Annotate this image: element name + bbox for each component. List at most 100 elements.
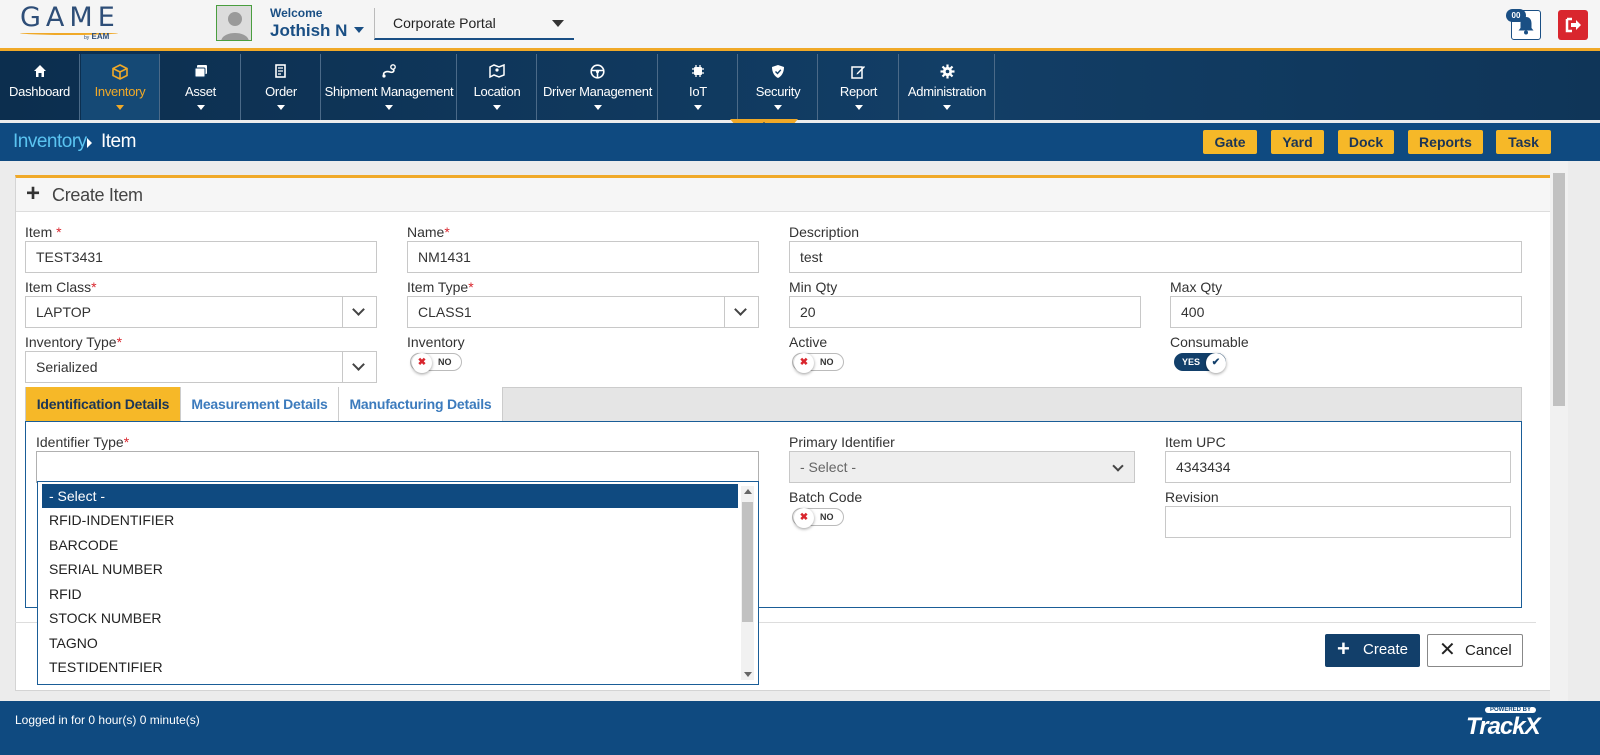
- nav-item-report[interactable]: Report: [819, 54, 899, 120]
- dropdown-scroll-thumb[interactable]: [742, 502, 753, 622]
- dropdown-option[interactable]: STOCK NUMBER: [42, 606, 738, 630]
- identifier-type-select[interactable]: [36, 451, 759, 483]
- tab-manufacturing-details[interactable]: Manufacturing Details: [339, 387, 503, 421]
- nav-item-inventory[interactable]: Inventory: [81, 54, 160, 120]
- tab-identification-details[interactable]: Identification Details: [26, 387, 181, 421]
- yard-button[interactable]: Yard: [1271, 130, 1324, 154]
- dropdown-option[interactable]: TESTIDENTIFIER: [42, 655, 738, 679]
- dropdown-option[interactable]: - Select -: [42, 484, 738, 508]
- nav-item-administration[interactable]: Administration: [900, 54, 995, 120]
- logo-text: GAME: [20, 2, 120, 33]
- chevron-down-icon: [552, 20, 564, 27]
- page-scroll-thumb[interactable]: [1553, 173, 1565, 406]
- scroll-down-arrow-icon[interactable]: [744, 672, 752, 677]
- chevron-down-icon[interactable]: [342, 352, 376, 382]
- name-label: Name*: [407, 224, 450, 240]
- item-input[interactable]: TEST3431: [25, 241, 377, 273]
- dropdown-option[interactable]: BARCODE: [42, 533, 738, 557]
- min-qty-input[interactable]: 20: [789, 296, 1141, 328]
- breadcrumb-inventory-link[interactable]: Inventory: [13, 131, 87, 153]
- trackx-brand: TrackX: [1466, 713, 1541, 740]
- portal-select[interactable]: Corporate Portal: [374, 8, 574, 40]
- identifier-type-dropdown-list[interactable]: - Select - RFID-INDENTIFIER BARCODE SERI…: [37, 481, 759, 685]
- shield-icon: [739, 54, 817, 80]
- active-toggle[interactable]: ✖ NO: [792, 353, 844, 373]
- dropdown-option[interactable]: SERIAL NUMBER: [42, 557, 738, 581]
- max-qty-input[interactable]: 400: [1170, 296, 1522, 328]
- identifier-type-label: Identifier Type*: [36, 434, 130, 450]
- nav-item-order[interactable]: Order: [242, 54, 321, 120]
- scroll-up-arrow-icon[interactable]: [744, 489, 752, 494]
- map-icon: [458, 54, 536, 80]
- dropdown-option[interactable]: TAGNO: [42, 631, 738, 655]
- portal-select-value: Corporate Portal: [393, 15, 496, 31]
- chevron-down-icon: [493, 105, 501, 110]
- steering-wheel-icon: [538, 54, 657, 80]
- name-input[interactable]: NM1431: [407, 241, 759, 273]
- primary-identifier-select[interactable]: - Select -: [789, 451, 1135, 483]
- nav-label: Dashboard: [9, 84, 70, 99]
- nav-item-security[interactable]: Security: [739, 54, 818, 120]
- chevron-down-icon[interactable]: [342, 297, 376, 327]
- gear-icon: [900, 54, 994, 80]
- chevron-down-icon: [277, 105, 285, 110]
- active-label: Active: [789, 334, 828, 350]
- description-input[interactable]: test: [789, 241, 1522, 273]
- inventory-type-select[interactable]: Serialized: [25, 351, 377, 383]
- dropdown-option[interactable]: RFID: [42, 582, 738, 606]
- batch-code-toggle[interactable]: ✖ NO: [792, 508, 844, 528]
- inventory-toggle[interactable]: ✖ NO: [410, 353, 462, 373]
- nav-label: Inventory: [94, 84, 146, 99]
- chevron-down-icon[interactable]: [724, 297, 758, 327]
- user-menu-caret-icon[interactable]: [354, 27, 364, 33]
- toggle-state: NO: [820, 512, 834, 522]
- nav-item-shipment-management[interactable]: Shipment Management: [322, 54, 457, 120]
- nav-item-asset[interactable]: Asset: [161, 54, 241, 120]
- dropdown-scrollbar[interactable]: [741, 486, 754, 680]
- cancel-button[interactable]: ✕ Cancel: [1427, 634, 1523, 667]
- create-button[interactable]: + Create: [1325, 634, 1420, 667]
- nav-item-dashboard[interactable]: Dashboard: [0, 54, 80, 120]
- item-upc-input[interactable]: 4343434: [1165, 451, 1511, 483]
- page-scrollbar[interactable]: [1550, 161, 1568, 701]
- tab-measurement-details[interactable]: Measurement Details: [181, 387, 339, 421]
- primary-identifier-label: Primary Identifier: [789, 434, 895, 450]
- chevron-down-icon: [1112, 460, 1124, 472]
- consumable-toggle[interactable]: YES ✔: [1174, 353, 1226, 373]
- breadcrumb-separator-icon: [87, 138, 92, 148]
- chevron-down-icon: [385, 105, 393, 110]
- trackx-logo: POWERED BY TrackX: [1463, 705, 1563, 740]
- description-label: Description: [789, 224, 860, 240]
- plus-icon: +: [1337, 636, 1350, 661]
- item-type-select[interactable]: CLASS1: [407, 296, 759, 328]
- iot-chip-icon: [659, 54, 737, 80]
- x-icon: ✖: [412, 353, 432, 373]
- gate-button[interactable]: Gate: [1203, 130, 1257, 154]
- revision-input[interactable]: [1165, 506, 1511, 538]
- logout-button[interactable]: [1558, 10, 1588, 40]
- chevron-down-icon: [593, 105, 602, 110]
- nav-label: Administration: [907, 84, 987, 99]
- toggle-state: YES: [1182, 357, 1201, 367]
- task-button[interactable]: Task: [1496, 130, 1551, 154]
- main-nav: Dashboard Inventory Asset Order Shipment…: [0, 48, 1600, 131]
- user-name[interactable]: Jothish N: [270, 21, 347, 41]
- detail-tabs: Identification Details Measurement Detai…: [25, 387, 1522, 421]
- consumable-label: Consumable: [1170, 334, 1249, 350]
- notification-button[interactable]: 00: [1506, 9, 1541, 40]
- close-icon: ✕: [1439, 639, 1456, 661]
- dock-button[interactable]: Dock: [1338, 130, 1394, 154]
- logout-icon: [1565, 17, 1581, 33]
- cube-icon: [81, 54, 159, 80]
- nav-item-iot[interactable]: IoT: [659, 54, 738, 120]
- avatar[interactable]: [216, 5, 252, 41]
- item-class-select[interactable]: LAPTOP: [25, 296, 377, 328]
- dropdown-option[interactable]: RFID-INDENTIFIER: [42, 508, 738, 532]
- session-duration-text: Logged in for 0 hour(s) 0 minute(s): [15, 713, 200, 727]
- nav-item-driver-management[interactable]: Driver Management: [538, 54, 658, 120]
- game-eam-logo[interactable]: GAME by EAM: [20, 4, 120, 44]
- nav-label: Security: [755, 84, 801, 99]
- shipment-icon: [322, 54, 456, 80]
- reports-button[interactable]: Reports: [1408, 130, 1483, 154]
- nav-item-location[interactable]: Location: [458, 54, 537, 120]
